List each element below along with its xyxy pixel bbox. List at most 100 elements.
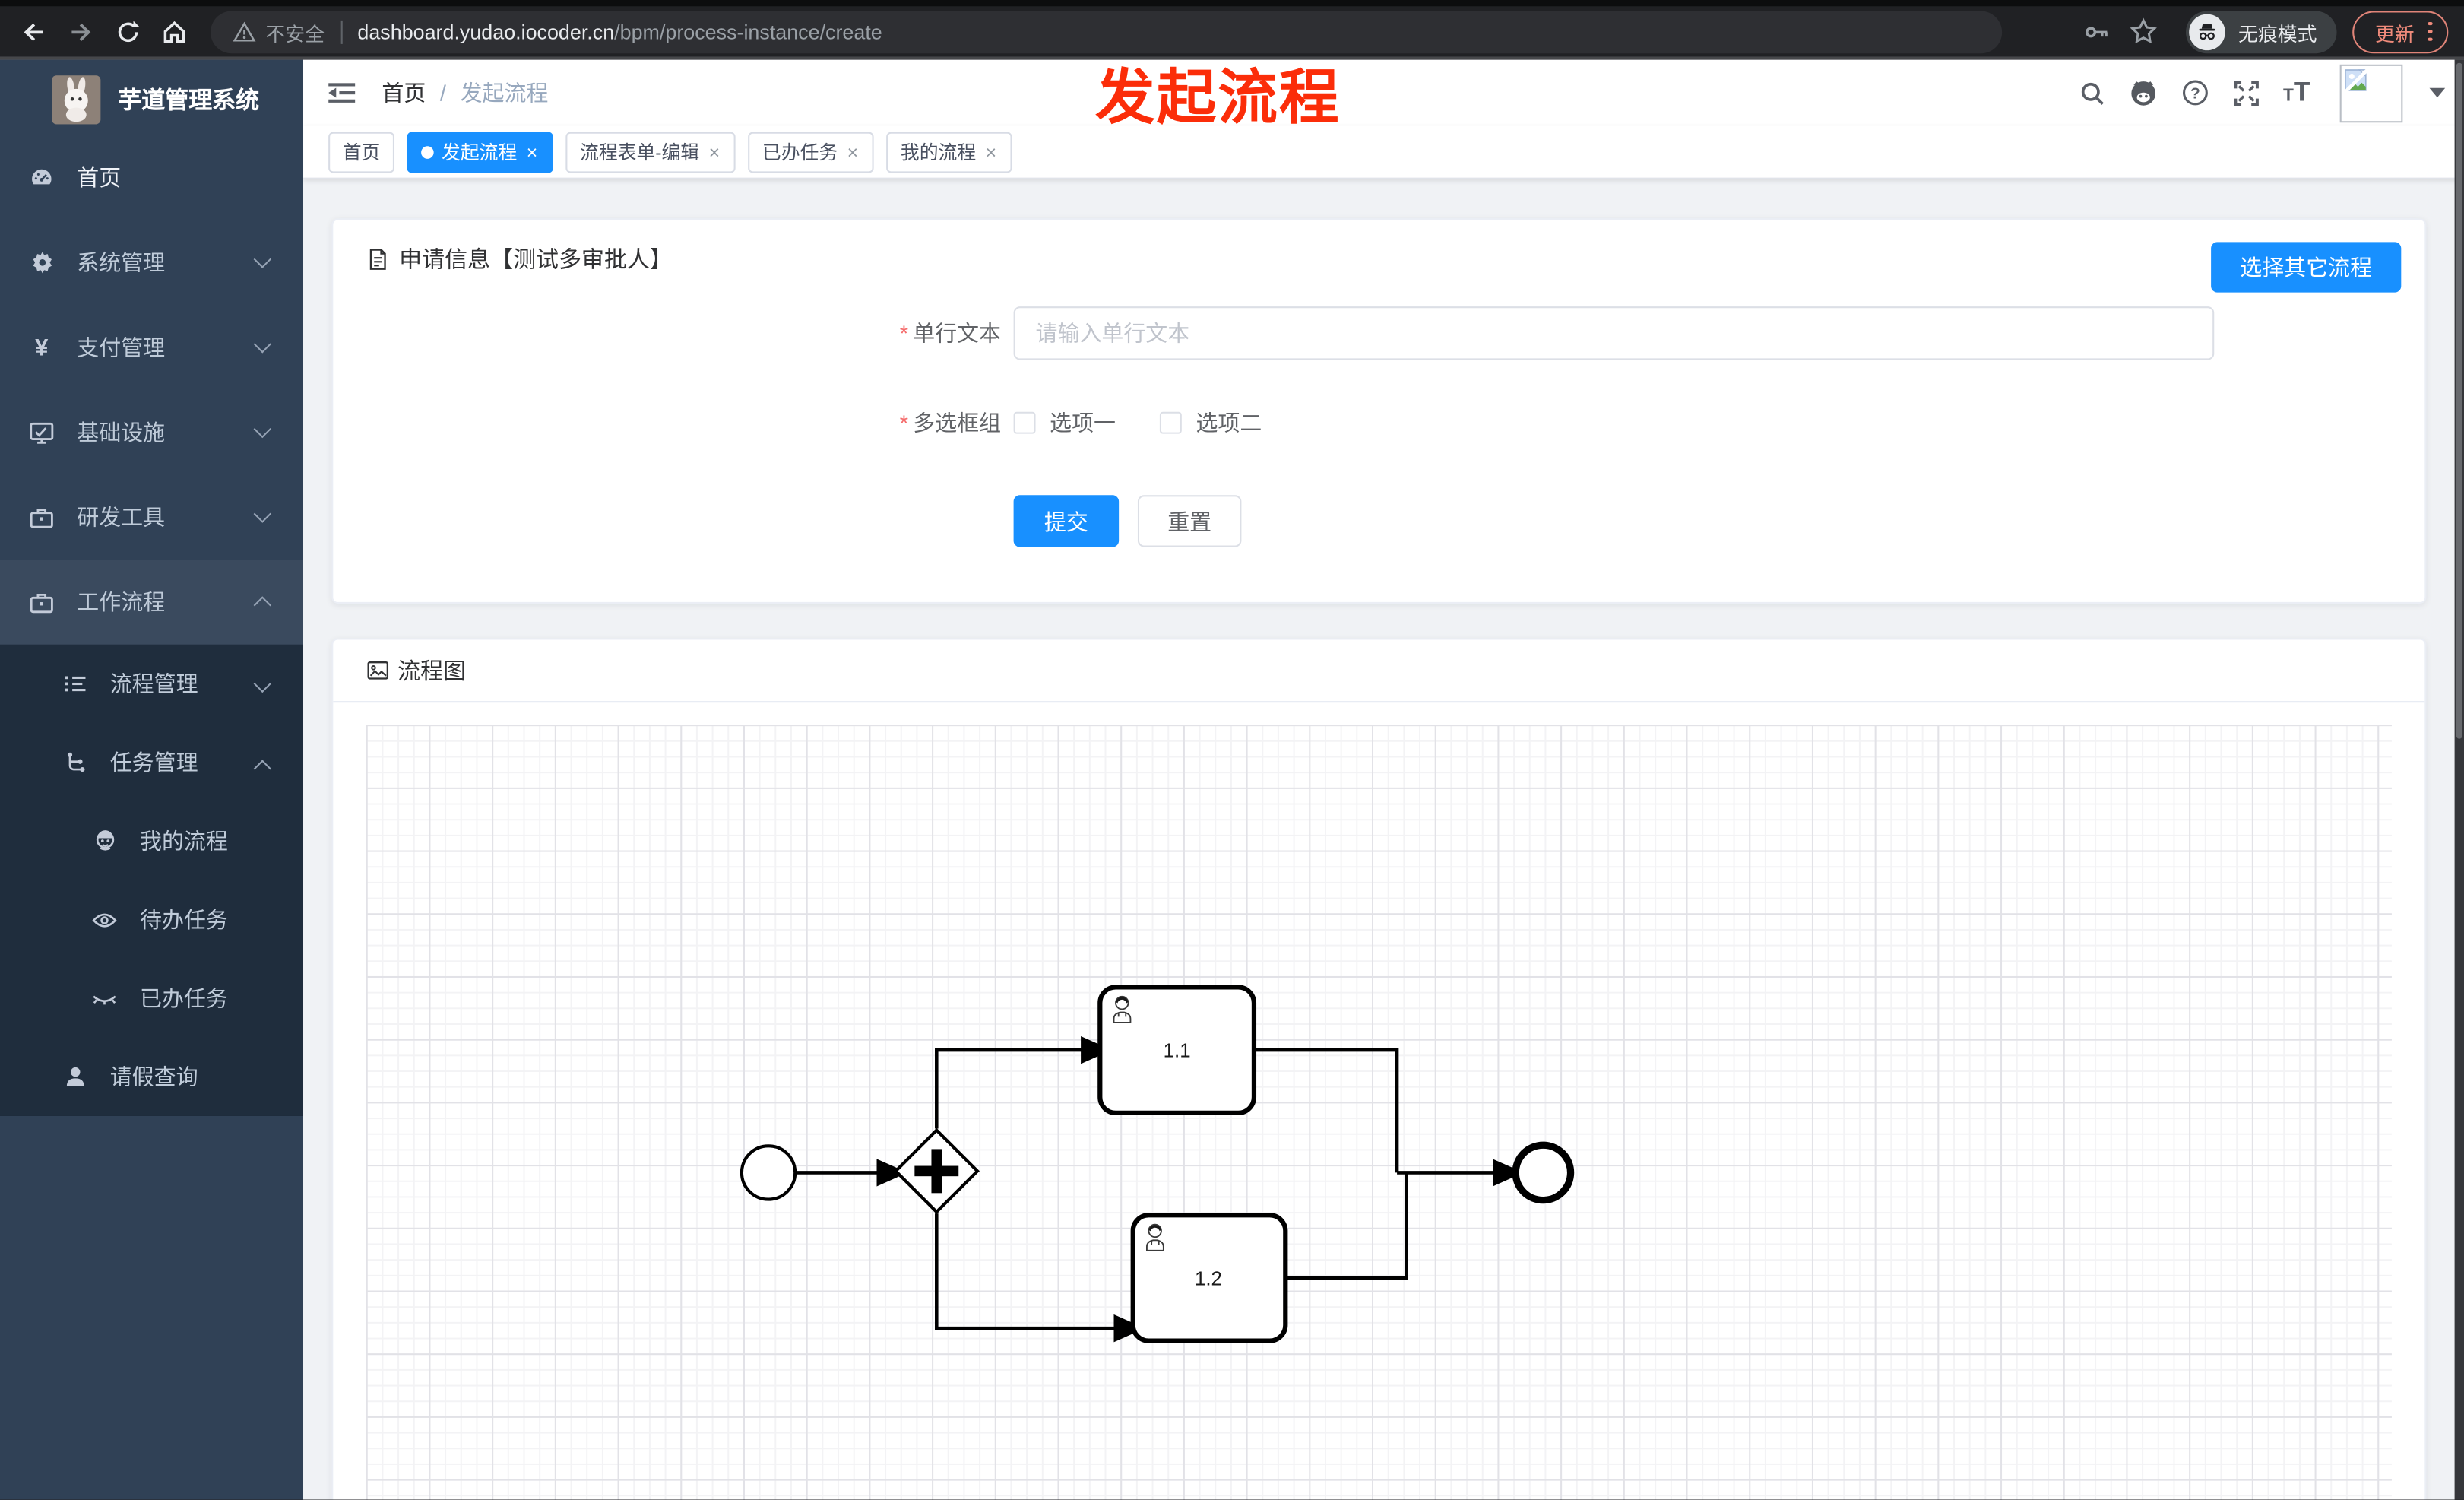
update-button[interactable]: 更新 [2353,10,2449,53]
tab-home[interactable]: 首页 [328,131,394,173]
sidebar-item-label: 任务管理 [109,750,198,775]
reload-button[interactable] [107,11,148,52]
sidebar-item-system[interactable]: 系统管理 [0,220,303,305]
url-domain: dashboard.yudao.iocoder.cn [357,19,615,43]
checkbox-icon[interactable] [1159,411,1182,434]
sidebar-item-workflow[interactable]: 工作流程 [0,560,304,645]
chevron-down-icon [253,335,271,354]
tab-label: 首页 [342,141,381,164]
fullscreen-icon [2234,80,2259,106]
avatar[interactable] [2339,63,2403,122]
breadcrumb-home[interactable]: 首页 [382,77,426,108]
sidebar-collapse-button[interactable] [327,78,356,106]
tab-label: 我的流程 [900,141,977,164]
sidebar-item-payment[interactable]: ¥ 支付管理 [0,305,303,390]
url-divider [340,19,342,43]
page-scrollbar[interactable] [2454,59,2464,1500]
key-icon [2085,26,2108,37]
logo-image [52,75,101,124]
font-size-icon[interactable]: TT [2283,77,2310,108]
process-diagram-title: 流程图 [397,660,467,686]
sidebar-item-done-tasks[interactable]: 已办任务 [0,959,303,1037]
active-dot [421,145,434,158]
question-icon: ? [2182,80,2208,106]
search-button[interactable] [2079,79,2105,106]
user-task-1-2: 1.2 [1130,1213,1288,1343]
breadcrumb-current: 发起流程 [460,80,549,106]
form-actions-row: 提交 重置 [333,495,2424,547]
security-label[interactable]: 不安全 [265,17,325,46]
tab-done-tasks[interactable]: 已办任务 × [748,131,874,173]
url-bar[interactable]: 不安全 dashboard.yudao.iocoder.cn/bpm/proce… [211,10,2003,53]
breadcrumb-separator: / [439,80,446,106]
workflow-submenu: 流程管理 任务管理 我的流程 待办任务 已办任务 请假查询 [0,644,304,1116]
tags-view-bar: 首页 发起流程 × 流程表单-编辑 × 已办任务 × 我的流程 × [303,125,2464,179]
close-icon[interactable]: × [846,142,860,161]
bookmark-star-button[interactable] [2124,11,2165,52]
text-field-row: * 单行文本 [333,306,2424,360]
back-button[interactable] [13,11,54,52]
star-icon [2130,17,2158,44]
header-actions: ? TT [2079,63,2446,122]
checkbox-option-1[interactable]: 选项一 [1013,408,1116,439]
scrollbar-thumb[interactable] [2456,62,2462,739]
app-window: 芋道管理系统 首页 系统管理 ¥ 支付管理 基础设施 研发工具 工作流程 流程管… [0,59,2464,1500]
forward-button[interactable] [60,11,101,52]
help-button[interactable]: ? [2181,78,2209,106]
caret-down-icon[interactable] [2429,87,2446,98]
sidebar-item-infrastructure[interactable]: 基础设施 [0,390,303,475]
svg-text:?: ? [2190,84,2200,102]
tab-form-edit[interactable]: 流程表单-编辑 × [565,131,736,173]
chevron-down-icon [253,674,271,693]
chrome-menu-icon[interactable] [2428,21,2433,42]
tab-my-process[interactable]: 我的流程 × [886,131,1012,173]
sidebar-item-label: 工作流程 [77,589,166,615]
checkbox-group: 选项一 选项二 [1013,408,1262,439]
submit-button[interactable]: 提交 [1013,495,1120,547]
apply-info-card: 申请信息【测试多审批人】 选择其它流程 *单行文本 *多选框组 选项一 [331,218,2427,604]
sidebar-item-devtools[interactable]: 研发工具 [0,474,303,560]
logo-row[interactable]: 芋道管理系统 [0,65,303,134]
github-button[interactable] [2129,78,2157,106]
annotation-title: 发起流程 [1095,65,1341,132]
password-key-button[interactable] [2076,11,2117,52]
single-line-text-input[interactable] [1013,306,2215,360]
sidebar-item-label: 流程管理 [109,671,198,696]
close-icon[interactable]: × [984,142,999,161]
sidebar-item-label: 支付管理 [77,335,166,360]
fullscreen-button[interactable] [2233,79,2260,106]
tab-start-process[interactable]: 发起流程 × [407,131,553,173]
sidebar-menu: 首页 系统管理 ¥ 支付管理 基础设施 研发工具 工作流程 流程管理 任务管理 … [0,135,304,1116]
sidebar-item-process-management[interactable]: 流程管理 [0,645,303,723]
sidebar-item-home[interactable]: 首页 [0,135,303,220]
back-icon [23,22,43,40]
close-icon[interactable]: × [525,142,540,161]
reset-button[interactable]: 重置 [1137,495,1242,547]
not-secure-warning-icon [233,21,256,41]
checkbox-icon[interactable] [1013,411,1036,434]
sidebar-item-my-process[interactable]: 我的流程 [0,801,303,880]
sidebar-item-leave-query[interactable]: 请假查询 [0,1038,303,1116]
incognito-badge: 无痕模式 [2186,10,2338,53]
home-button[interactable] [154,11,195,52]
apply-info-title: 申请信息【测试多审批人】 [399,248,673,274]
end-event [1512,1141,1575,1204]
briefcase-icon [28,588,55,615]
required-asterisk: * [899,320,909,346]
checkbox-option-2[interactable]: 选项二 [1159,408,1262,439]
apply-info-header: 申请信息【测试多审批人】 [333,220,2424,274]
home-icon [163,21,185,43]
bpmn-canvas[interactable]: 1.1 1.2 [366,725,2392,1500]
url-path: /bpm/process-instance/create [614,19,882,43]
sidebar-item-label: 研发工具 [77,504,166,530]
field-label: * 单行文本 [899,320,1002,346]
chevron-down-icon [253,420,271,439]
sidebar-item-todo-tasks[interactable]: 待办任务 [0,880,303,959]
github-icon [2131,81,2155,106]
share-node-icon [62,750,88,775]
close-icon[interactable]: × [708,142,722,161]
breadcrumb: 首页 / 发起流程 [382,77,548,108]
sidebar-item-task-management[interactable]: 任务管理 [0,723,303,801]
select-other-process-button[interactable]: 选择其它流程 [2211,242,2402,293]
tab-label: 流程表单-编辑 [580,141,700,164]
